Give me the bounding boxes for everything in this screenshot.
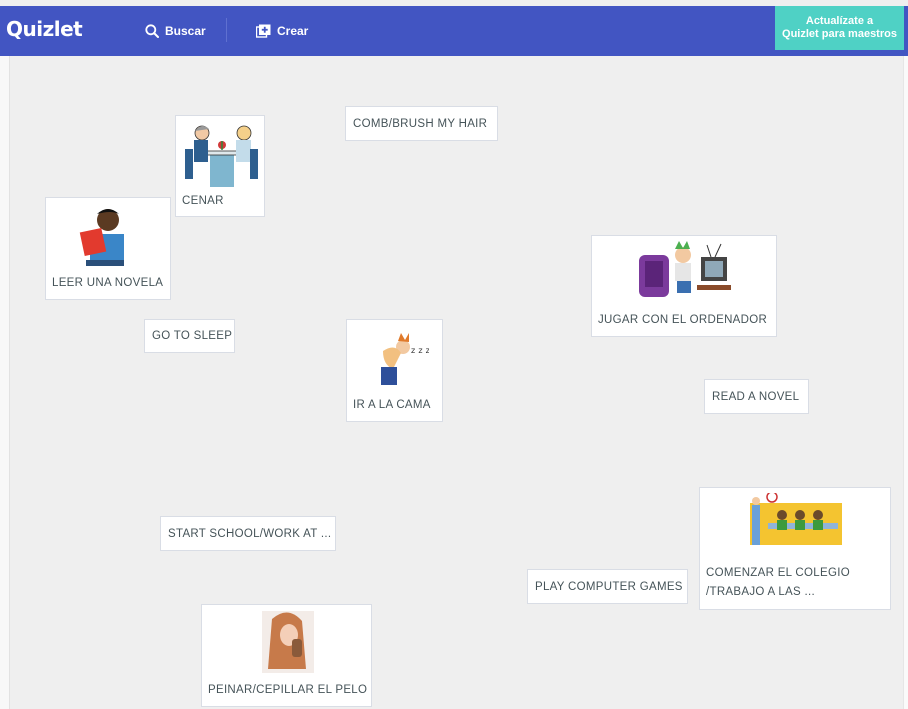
card-text: CENAR — [182, 195, 224, 207]
svg-text:z z z: z z z — [411, 346, 429, 355]
card-text: READ A NOVEL — [712, 390, 800, 403]
term-card-leer-novela[interactable]: LEER UNA NOVELA — [45, 197, 171, 300]
term-card-peinar[interactable]: PEINAR/CEPILLAR EL PELO — [201, 604, 372, 707]
term-card-comenzar-colegio[interactable]: COMENZAR EL COLEGIO /TRABAJO A LAS ... — [699, 487, 891, 610]
search-icon — [145, 24, 159, 38]
card-text: LEER UNA NOVELA — [52, 277, 164, 289]
quizlet-logo[interactable]: Quizlet — [6, 17, 83, 41]
card-text: PEINAR/CEPILLAR EL PELO — [208, 684, 368, 696]
card-text: JUGAR CON EL ORDENADOR — [598, 314, 768, 326]
card-text-line-1: COMENZAR EL COLEGIO — [706, 567, 850, 579]
card-text: PLAY COMPUTER GAMES — [535, 580, 683, 593]
left-scroll-edge — [0, 56, 10, 709]
term-card-start-school[interactable]: START SCHOOL/WORK AT ... — [160, 516, 336, 551]
right-scroll-edge — [903, 56, 908, 709]
dinner-couple-image — [185, 125, 258, 187]
create-plus-icon — [256, 24, 271, 38]
card-text: IR A LA CAMA — [353, 399, 431, 411]
card-text: GO TO SLEEP — [152, 330, 233, 342]
upgrade-line-1: Actualízate a — [805, 15, 874, 27]
card-text: COMB/BRUSH MY HAIR — [353, 117, 488, 130]
card-text-line-2: /TRABAJO A LAS ... — [706, 586, 815, 598]
search-label: Buscar — [165, 24, 206, 38]
term-card-cenar[interactable]: CENAR — [175, 115, 265, 217]
boy-reading-image — [79, 209, 124, 266]
term-card-ir-cama[interactable]: z z z IR A LA CAMA — [346, 319, 443, 422]
term-card-jugar-ordenador[interactable]: JUGAR CON EL ORDENADOR — [591, 235, 777, 337]
term-card-comb-brush-hair[interactable]: COMB/BRUSH MY HAIR — [345, 106, 498, 141]
term-card-read-a-novel[interactable]: READ A NOVEL — [704, 379, 809, 414]
term-card-go-to-sleep[interactable]: GO TO SLEEP — [144, 319, 235, 353]
top-navigation-bar: Quizlet Buscar Crear Actualízate a Quizl… — [0, 6, 908, 56]
create-button[interactable]: Crear — [256, 6, 308, 56]
upgrade-teacher-button[interactable]: Actualízate a Quizlet para maestros — [775, 6, 904, 50]
girl-brushing-hair-image — [262, 611, 314, 673]
card-text: START SCHOOL/WORK AT ... — [168, 527, 332, 540]
search-button[interactable]: Buscar — [145, 6, 206, 56]
upgrade-line-2: Quizlet para maestros — [782, 28, 897, 40]
boy-playing-computer-image — [639, 241, 731, 297]
classroom-image — [742, 493, 850, 557]
term-card-play-computer-games[interactable]: PLAY COMPUTER GAMES — [527, 569, 688, 604]
create-label: Crear — [277, 24, 309, 38]
nav-divider — [226, 18, 227, 42]
sleepy-man-image: z z z — [381, 333, 429, 385]
